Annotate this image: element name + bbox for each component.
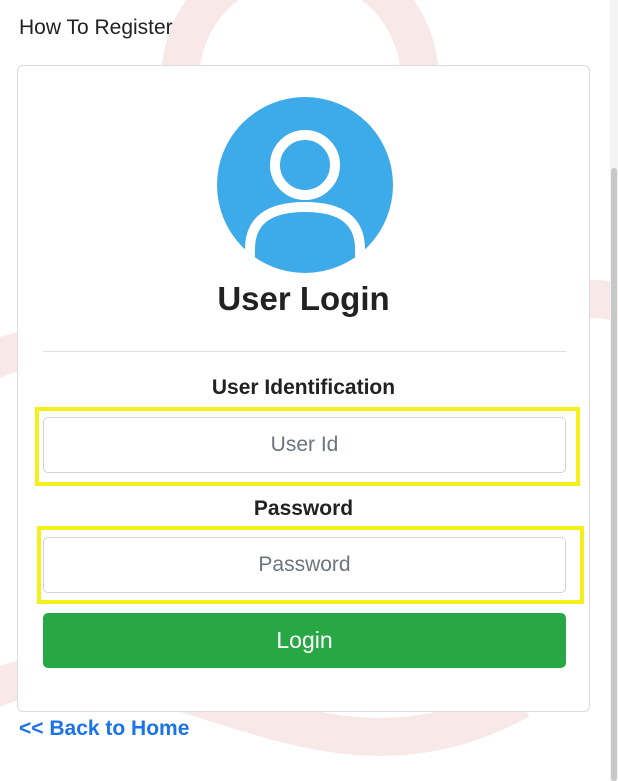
user-circle-icon — [217, 97, 393, 273]
scrollbar-thumb[interactable] — [611, 168, 617, 781]
divider — [43, 351, 566, 352]
login-card: User Login User Identification Password … — [17, 65, 590, 712]
user-id-label: User Identification — [211, 376, 396, 399]
user-id-input[interactable] — [43, 417, 566, 473]
password-label: Password — [253, 497, 354, 520]
login-button[interactable]: Login — [43, 613, 566, 668]
how-to-register-link[interactable]: How To Register — [19, 16, 173, 40]
password-input[interactable] — [43, 537, 566, 593]
scrollbar[interactable] — [610, 0, 618, 781]
page-title: User Login — [217, 280, 390, 317]
back-to-home-link[interactable]: << Back to Home — [19, 717, 189, 741]
